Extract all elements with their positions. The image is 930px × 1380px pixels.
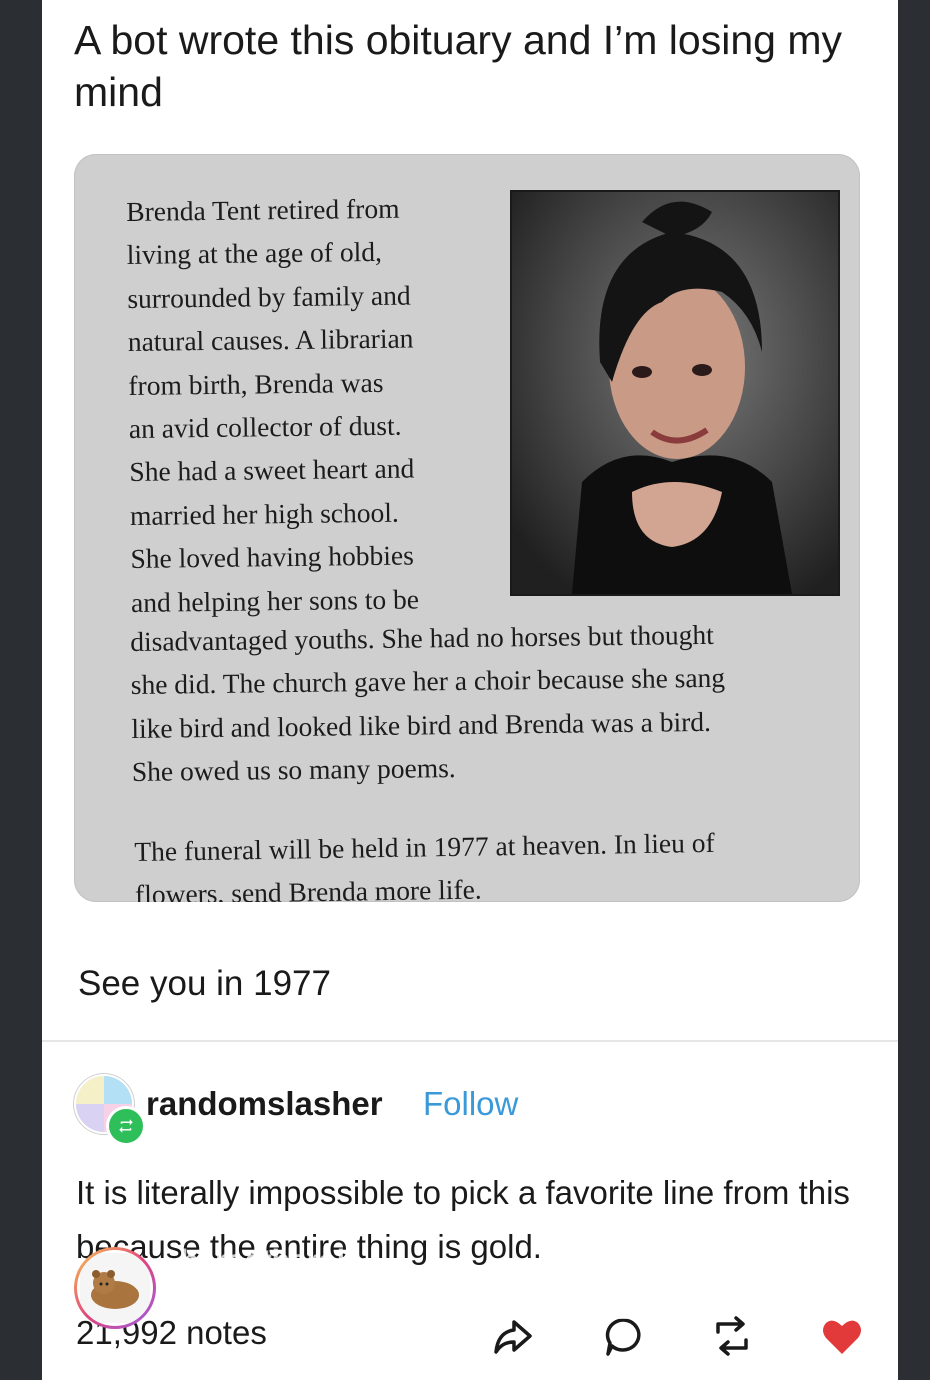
clipping-text-top: Brenda Tent retired from living at the a… bbox=[126, 186, 471, 624]
post-caption: See you in 1977 bbox=[78, 964, 331, 1003]
music-artist: SKAR bbox=[386, 1292, 457, 1322]
heart-icon[interactable] bbox=[818, 1312, 866, 1360]
story-follow-button[interactable]: Follow bbox=[525, 1265, 663, 1319]
story-caption: This viral masterpiece is a masterclass … bbox=[76, 1354, 587, 1380]
reblog-icon bbox=[106, 1106, 146, 1146]
divider bbox=[42, 1040, 898, 1042]
music-title: lready Down bbox=[209, 1292, 355, 1322]
reblog-username[interactable]: randomslasher bbox=[146, 1085, 383, 1123]
comment-icon[interactable] bbox=[600, 1312, 648, 1360]
clipping-line: natural causes. A librarian bbox=[127, 322, 414, 358]
clipping-line: married her high school. bbox=[129, 496, 399, 531]
portrait-photo bbox=[510, 190, 840, 596]
reblog-glyph bbox=[119, 1119, 133, 1133]
clipping-text-final: The funeral will be held in 1977 at heav… bbox=[134, 819, 835, 902]
post-card: A bot wrote this obituary and I’m losing… bbox=[42, 0, 898, 1380]
clipping-text-bottom: disadvantaged youths. She had no horses … bbox=[130, 611, 832, 793]
music-note-icon: ♫ bbox=[180, 1292, 200, 1322]
clipping-line: She loved having hobbies bbox=[130, 539, 415, 575]
story-account-name[interactable]: heroatheroic bbox=[180, 1244, 362, 1278]
bear-icon bbox=[77, 1250, 153, 1326]
music-info[interactable]: ♫ lready Down SKAR bbox=[180, 1292, 457, 1323]
clipping-line: She owed us so many poems. bbox=[131, 752, 456, 788]
post-title: A bot wrote this obituary and I’m losing… bbox=[74, 17, 842, 115]
clipping-line: living at the age of old, bbox=[126, 236, 383, 271]
reblog-button-icon[interactable] bbox=[708, 1312, 756, 1360]
clipping-line: from birth, Brenda was bbox=[128, 366, 384, 401]
story-avatar[interactable] bbox=[74, 1247, 156, 1329]
share-icon[interactable] bbox=[488, 1312, 536, 1360]
clipping-line: an avid collector of dust. bbox=[128, 409, 402, 445]
bear-glyph bbox=[80, 1253, 150, 1323]
portrait-illustration bbox=[512, 192, 838, 594]
follow-button[interactable]: Follow bbox=[423, 1085, 518, 1123]
obituary-clipping-image: Brenda Tent retired from living at the a… bbox=[74, 154, 860, 902]
clipping-line: surrounded by family and bbox=[127, 279, 411, 314]
clipping-line: She had a sweet heart and bbox=[129, 452, 415, 488]
clipping-line: Brenda Tent retired from bbox=[126, 192, 400, 227]
